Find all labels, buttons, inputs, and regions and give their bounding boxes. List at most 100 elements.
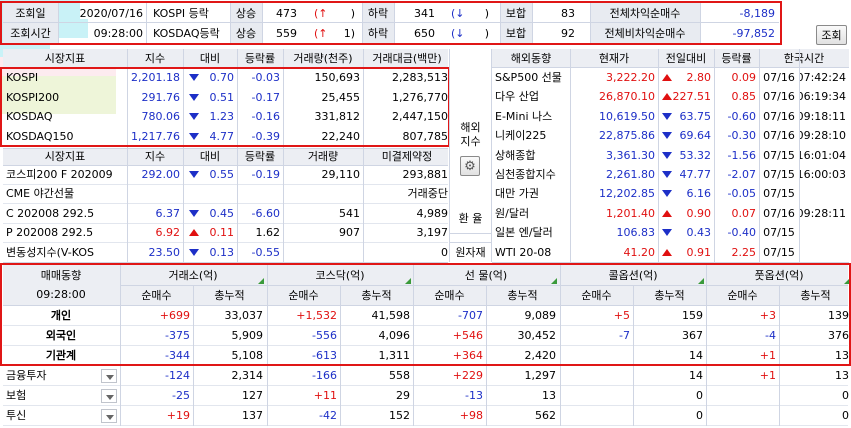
up-arrow-icon: (↑ bbox=[314, 6, 328, 20]
derivative-value: 541 bbox=[339, 206, 360, 220]
overseas-value: -0.40 bbox=[727, 226, 756, 240]
rise-count: 559 bbox=[276, 26, 297, 40]
cumulative-value: 13 bbox=[542, 389, 556, 402]
index-value: 807,785 bbox=[402, 129, 449, 143]
column-header: 등락률 bbox=[721, 51, 752, 65]
overseas-value: -0.60 bbox=[727, 109, 756, 123]
derivative-value: -6.60 bbox=[251, 206, 280, 220]
net-buy-value: -344 bbox=[165, 349, 190, 362]
sub-header-net: 순매수 bbox=[288, 289, 319, 302]
index-value: -0.03 bbox=[251, 71, 280, 84]
derivative-value: 4,989 bbox=[416, 206, 449, 220]
index-value: 291.76 bbox=[141, 90, 181, 104]
overseas-value: 26,870.10 bbox=[599, 90, 655, 104]
derivative-name: C 202008 292.5 bbox=[6, 206, 95, 220]
net-buy-value: -166 bbox=[312, 369, 337, 382]
overseas-value: 0.09 bbox=[731, 71, 757, 84]
column-header: 한국시간 bbox=[783, 51, 825, 65]
program-net-value: -8,189 bbox=[739, 6, 775, 20]
program-net-value: -97,852 bbox=[732, 26, 775, 40]
query-button[interactable]: 조회 bbox=[816, 25, 847, 45]
net-buy-value: +229 bbox=[452, 369, 483, 382]
cumulative-value: 33,037 bbox=[224, 309, 264, 322]
market-breadth-label: KOSPI 등락 bbox=[153, 6, 209, 20]
down-triangle-icon bbox=[189, 209, 199, 217]
overseas-value: 07/15 bbox=[763, 148, 795, 162]
index-name: KOSPI200 bbox=[6, 90, 60, 104]
net-buy-value bbox=[706, 386, 779, 405]
derivative-value bbox=[237, 184, 283, 203]
overseas-value: 07/16 bbox=[763, 206, 795, 220]
overseas-value: 2,261.80 bbox=[606, 168, 655, 181]
cumulative-value: 562 bbox=[535, 409, 556, 422]
derivative-value bbox=[127, 184, 183, 203]
index-name: KOSDAQ bbox=[6, 110, 53, 123]
investor-title: 매매동향 bbox=[40, 269, 82, 282]
expand-corner-icon bbox=[551, 278, 557, 284]
fall-label: 하락 bbox=[367, 6, 389, 20]
overseas-value: 1,201.40 bbox=[606, 206, 655, 220]
down-triangle-icon bbox=[189, 171, 199, 178]
flat-label: 보합 bbox=[505, 6, 527, 20]
net-buy-value: -124 bbox=[165, 369, 190, 382]
index-value: 1,276,770 bbox=[392, 90, 448, 104]
index-value: 2,447,150 bbox=[392, 110, 448, 123]
net-buy-value: -42 bbox=[319, 409, 337, 422]
chevron-down-icon[interactable] bbox=[101, 409, 117, 423]
net-buy-value: -556 bbox=[312, 329, 337, 342]
settings-gear-icon[interactable]: ⚙ bbox=[460, 156, 480, 176]
chevron-down-icon[interactable] bbox=[101, 389, 117, 403]
cumulative-value: 1,297 bbox=[524, 369, 557, 382]
sub-header-total: 총누적 bbox=[654, 289, 685, 302]
overseas-value: 07/15 bbox=[763, 187, 795, 201]
overseas-value bbox=[799, 184, 849, 203]
column-header: 전일대비 bbox=[665, 51, 707, 65]
derivative-value: -0.55 bbox=[251, 245, 280, 259]
exchange-rate-label: 환 율 bbox=[458, 211, 483, 225]
column-header: 미결제약정 bbox=[381, 150, 433, 163]
overseas-value: 41.20 bbox=[623, 245, 656, 259]
up-arrow-icon: (↑ bbox=[314, 26, 328, 40]
derivative-value: 6.92 bbox=[155, 226, 181, 240]
net-buy-value: +19 bbox=[166, 409, 190, 422]
cumulative-value: 152 bbox=[389, 409, 410, 422]
expand-corner-icon bbox=[698, 278, 704, 284]
overseas-value: 22,875.86 bbox=[599, 129, 655, 143]
derivative-name: 변동성지수(V-KOS bbox=[6, 245, 94, 259]
cumulative-value: 2,420 bbox=[524, 349, 557, 362]
derivative-value bbox=[183, 184, 237, 203]
net-buy-value bbox=[560, 346, 633, 365]
market-overview-panel: 조회일 2020/07/16 KOSPI 등락 상승 473 (↑) 하락 341 (↓) 보합 8… bbox=[0, 0, 851, 426]
investor-name: 보험 bbox=[6, 389, 27, 402]
down-triangle-icon bbox=[662, 229, 672, 237]
net-buy-value: +3 bbox=[759, 309, 776, 322]
overseas-value: 09:18:11 bbox=[799, 109, 846, 123]
derivative-value: 0 bbox=[441, 245, 448, 259]
down-triangle-icon bbox=[189, 113, 199, 120]
derivative-value: 1.62 bbox=[255, 226, 281, 240]
cumulative-value: 2,314 bbox=[231, 369, 264, 382]
up-triangle-icon bbox=[662, 93, 672, 101]
up-triangle-icon bbox=[662, 248, 672, 256]
sub-header-total: 총누적 bbox=[507, 289, 538, 302]
index-value: 331,812 bbox=[314, 110, 361, 123]
investor-name: 기관계 bbox=[45, 349, 77, 362]
down-triangle-icon bbox=[189, 93, 199, 101]
investor-time: 09:28:00 bbox=[36, 288, 86, 301]
cumulative-value: 0 bbox=[696, 409, 703, 422]
net-buy-value bbox=[706, 406, 779, 425]
overseas-value: 06:19:34 bbox=[799, 90, 846, 104]
cumulative-value: 376 bbox=[828, 329, 849, 342]
sub-header-net: 순매수 bbox=[727, 289, 758, 302]
chevron-down-icon[interactable] bbox=[101, 369, 117, 383]
down-triangle-icon bbox=[662, 190, 672, 198]
overseas-name: 원/달러 bbox=[495, 206, 530, 220]
index-value: 22,240 bbox=[321, 129, 361, 143]
sub-header-net: 순매수 bbox=[581, 289, 612, 302]
up-triangle-icon bbox=[189, 229, 199, 237]
column-header: 시장지표 bbox=[44, 150, 86, 163]
derivative-value: 29,110 bbox=[321, 168, 361, 181]
query-value: 09:28:00 bbox=[93, 26, 143, 40]
derivative-value bbox=[283, 243, 363, 262]
overseas-value: 16:00:03 bbox=[799, 168, 846, 181]
